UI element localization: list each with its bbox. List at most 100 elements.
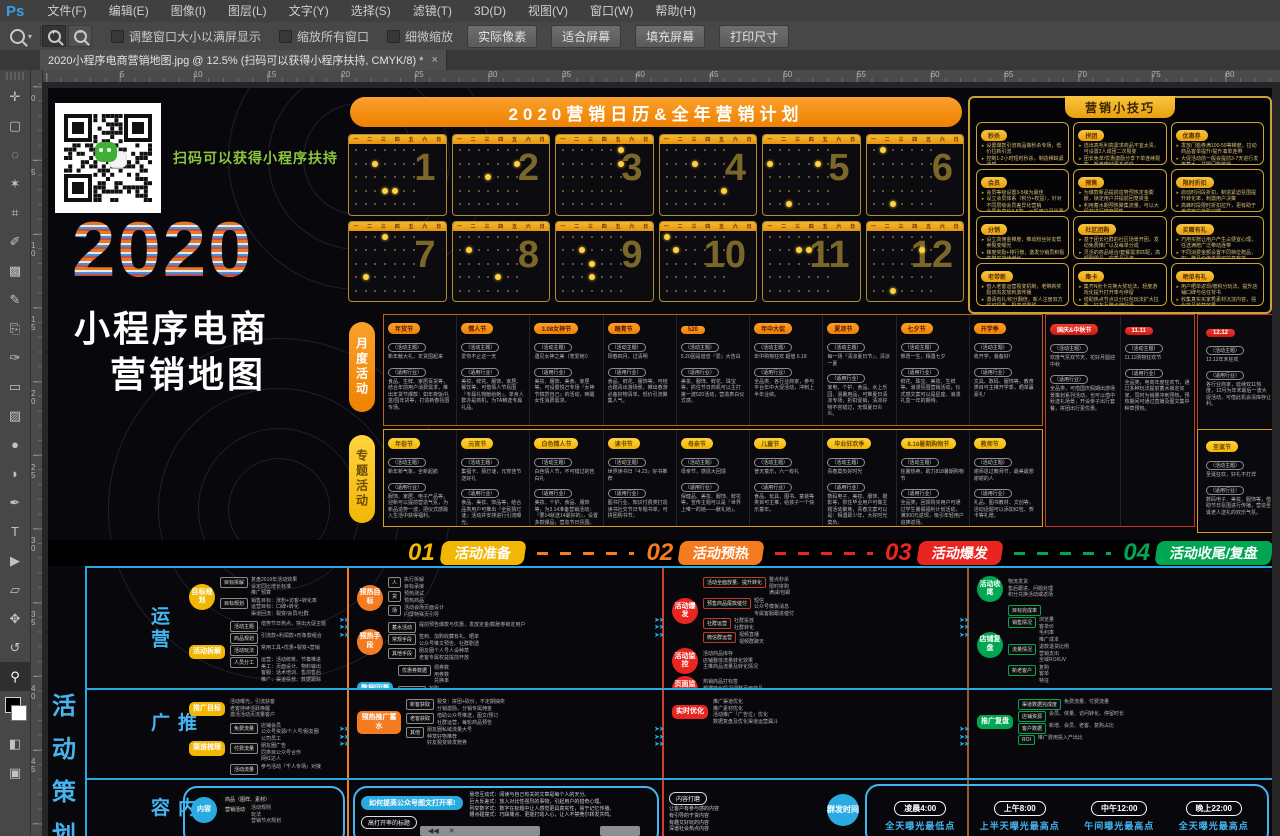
- mindmap-badge: 预热手段: [357, 629, 383, 655]
- christmas-box: 圣诞节（活动主题）圣诞狂欢，好礼不打烊（适用行业）数码电子、美妆、服饰等，借助节…: [1197, 429, 1272, 533]
- options-button[interactable]: 实际像素: [467, 25, 537, 48]
- type-tool[interactable]: T: [0, 517, 30, 546]
- theme-tag: （活动主题）: [1125, 344, 1163, 353]
- theme-tag: （活动主题）: [827, 343, 865, 352]
- mindmap-rows: 运营目标规划目标拆解复盘2019年活动效果设定同比增长标准推广预算目标规划销售目…: [85, 566, 1272, 836]
- branch-line: 推广成本: [1039, 637, 1059, 644]
- menu-item[interactable]: 滤镜(T): [402, 4, 463, 18]
- eyedropper-tool[interactable]: ✐: [0, 227, 30, 256]
- brush-tool[interactable]: ✎: [0, 285, 30, 314]
- mini-window-fragment[interactable]: ◀◀ ✕: [420, 826, 540, 836]
- options-button[interactable]: 适合屏幕: [551, 25, 621, 48]
- festival-card: 儿童节（活动主题）普天童乐，六一有礼（适用行业）食品、玩具、图书、童装等类目可主…: [750, 430, 823, 526]
- menu-item[interactable]: 图像(I): [160, 4, 217, 18]
- checkbox-icon[interactable]: [279, 30, 292, 43]
- gradient-tool[interactable]: ▨: [0, 401, 30, 430]
- menu-item[interactable]: 图层(L): [217, 4, 278, 18]
- tab-close-icon[interactable]: ×: [431, 54, 437, 66]
- tool-options-bar: ▾ + − 调整窗口大小以满屏显示 缩放所有窗口 细微缩放 实际像素适合屏幕填充屏幕…: [0, 22, 1280, 51]
- dodge-tool[interactable]: ◗: [0, 459, 30, 488]
- menu-item[interactable]: 文字(Y): [278, 4, 340, 18]
- festival-name: 开学季: [974, 323, 1006, 334]
- weekday-label: 一: [767, 223, 772, 230]
- phase-number: 02: [646, 539, 673, 567]
- branch-label: 渠道数据完成度: [1018, 699, 1061, 710]
- option-checkbox[interactable]: 细微缩放: [387, 28, 453, 45]
- weekday-label: 二: [367, 136, 372, 143]
- festival-name: 教师节: [974, 438, 1006, 449]
- weekday-label: 五: [616, 136, 621, 143]
- phase-number: 01: [408, 539, 435, 567]
- zoom-out-button[interactable]: −: [68, 25, 92, 47]
- branch-line: 兑换率: [434, 678, 449, 685]
- magic-wand-tool[interactable]: ✶: [0, 169, 30, 198]
- weekday-header: 一二三四五六日: [349, 135, 446, 144]
- healing-brush-tool[interactable]: ▩: [0, 256, 30, 285]
- move-tool[interactable]: ✛: [0, 82, 30, 111]
- branch-line: 免费流量、付费流量: [1064, 699, 1109, 706]
- weekday-label: 二: [781, 223, 786, 230]
- document-canvas[interactable]: 扫码可以获得小程序扶持 2020 小程序电商 营销地图 2020营销日历&全年营…: [42, 82, 1280, 836]
- weekday-label: 二: [471, 136, 476, 143]
- ruler-number: 30: [489, 70, 498, 79]
- pen-tool[interactable]: ✒: [0, 488, 30, 517]
- panel-grip[interactable]: [6, 72, 24, 80]
- month-card: 一二三四五六日5: [762, 134, 861, 216]
- marquee-tool[interactable]: ▢: [0, 111, 30, 140]
- flow-arrows-icon: ➤➤ ➤➤ ➤➤: [654, 617, 670, 640]
- checkbox-icon[interactable]: [387, 30, 400, 43]
- menu-item[interactable]: 帮助(H): [644, 4, 707, 18]
- rewind-icon[interactable]: ◀◀: [428, 828, 439, 835]
- branch-line: 分销激励，分销专属佣金: [437, 706, 505, 713]
- ruler-number: 35: [562, 70, 571, 79]
- checkbox-icon[interactable]: [111, 30, 124, 43]
- lasso-tool[interactable]: ◌: [0, 140, 30, 169]
- document-tab[interactable]: 2020小程序电商营销地图.jpg @ 12.5% (扫码可以获得小程序扶持, …: [40, 50, 447, 70]
- menu-item[interactable]: 3D(D): [463, 4, 517, 18]
- month-card: 一二三四五六日1: [348, 134, 447, 216]
- weekday-label: 日: [540, 223, 545, 230]
- path-selection-tool[interactable]: ▶: [0, 546, 30, 575]
- festival-name: 国庆&中秋节: [1050, 324, 1098, 335]
- branch-label: 蓄水活动: [388, 622, 416, 633]
- ruler-number: 65: [1004, 70, 1013, 79]
- background-color-swatch[interactable]: [11, 705, 27, 721]
- option-checkbox[interactable]: 缩放所有窗口: [279, 28, 369, 45]
- weekday-label: 一: [353, 136, 358, 143]
- close-icon[interactable]: ✕: [449, 828, 455, 835]
- quick-mask-button[interactable]: ◧: [0, 729, 30, 758]
- clone-stamp-tool[interactable]: ⎘: [0, 314, 30, 343]
- menu-item[interactable]: 文件(F): [36, 4, 97, 18]
- options-button[interactable]: 打印尺寸: [719, 25, 789, 48]
- zoom-tool-preset[interactable]: ▾: [0, 26, 41, 46]
- hand-tool[interactable]: ✥: [0, 604, 30, 633]
- weekday-label: 三: [484, 136, 489, 143]
- options-button[interactable]: 填充屏幕: [635, 25, 705, 48]
- branch-line: 渠道回流：裂变/会员/社群: [251, 611, 317, 618]
- theme-tag: （活动主题）: [901, 458, 939, 467]
- rotate-view-tool[interactable]: ↺: [0, 633, 30, 662]
- festival-card: 年货节（活动主题）新年献大礼，年货囤起来（适用行业）食品、生鲜、家居百货等，结合…: [384, 315, 457, 425]
- shape-tool[interactable]: ▱: [0, 575, 30, 604]
- eraser-tool[interactable]: ▭: [0, 372, 30, 401]
- menu-item[interactable]: 编辑(E): [98, 4, 160, 18]
- tip-label: 优惠券: [1176, 130, 1208, 141]
- send-time-circle: 群发时间: [827, 794, 859, 826]
- menu-item[interactable]: 选择(S): [340, 4, 402, 18]
- zoom-tool[interactable]: ⚲: [0, 662, 30, 691]
- menu-item[interactable]: 窗口(W): [579, 4, 644, 18]
- zoom-in-button[interactable]: +: [42, 25, 66, 47]
- bullet-icon: ➤: [981, 209, 984, 212]
- screen-mode-button[interactable]: ▣: [0, 758, 30, 787]
- flow-arrows-icon: ➤➤ ➤➤ ➤➤: [339, 726, 355, 749]
- blur-tool[interactable]: ●: [0, 430, 30, 459]
- industry-tag: （适用行业）: [461, 489, 499, 498]
- weekday-label: 五: [719, 223, 724, 230]
- color-swatches[interactable]: [0, 695, 30, 729]
- history-brush-tool[interactable]: ✑: [0, 343, 30, 372]
- special-festival-box: 国庆&中秋节（活动主题）欢度气氛双节天，花好月圆迎中秋（适用行业）全品类，可借国…: [1045, 314, 1195, 527]
- crop-tool[interactable]: ⌗: [0, 198, 30, 227]
- option-checkbox[interactable]: 调整窗口大小以满屏显示: [111, 28, 261, 45]
- bullet-icon: ➤: [981, 297, 984, 307]
- menu-item[interactable]: 视图(V): [517, 4, 579, 18]
